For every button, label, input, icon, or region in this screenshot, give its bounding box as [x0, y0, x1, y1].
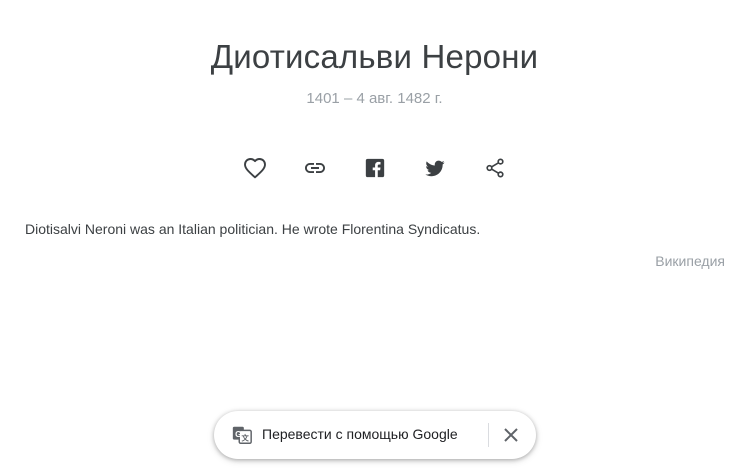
page-title: Диотисальви Нерони: [210, 38, 539, 75]
svg-text:文: 文: [241, 434, 250, 443]
knowledge-panel-page: Диотисальви Нерони 1401 – 4 авг. 1482 г.: [0, 0, 749, 470]
translate-with-google-button[interactable]: Перевести с помощью Google: [262, 426, 458, 442]
twitter-share-button[interactable]: [417, 150, 453, 186]
like-button[interactable]: [237, 150, 273, 186]
description-text: Diotisalvi Neroni was an Italian politic…: [25, 221, 481, 237]
twitter-icon: [424, 160, 445, 177]
share-button[interactable]: [477, 150, 513, 186]
translate-bar: G 文 Перевести с помощью Google: [214, 411, 536, 459]
heart-outline-icon: [243, 158, 266, 179]
svg-text:G: G: [235, 430, 241, 439]
close-translate-button[interactable]: [501, 425, 521, 445]
google-translate-icon: G 文: [232, 426, 252, 444]
action-bar: [0, 150, 749, 186]
translate-bar-divider: [488, 423, 489, 447]
facebook-icon: [365, 158, 384, 178]
share-icon: [485, 158, 504, 178]
facebook-share-button[interactable]: [357, 150, 393, 186]
wikipedia-source-link[interactable]: Википедия: [655, 253, 725, 269]
close-icon: [504, 428, 518, 442]
link-icon: [304, 163, 325, 173]
life-dates: 1401 – 4 авг. 1482 г.: [306, 90, 443, 107]
copy-link-button[interactable]: [297, 150, 333, 186]
